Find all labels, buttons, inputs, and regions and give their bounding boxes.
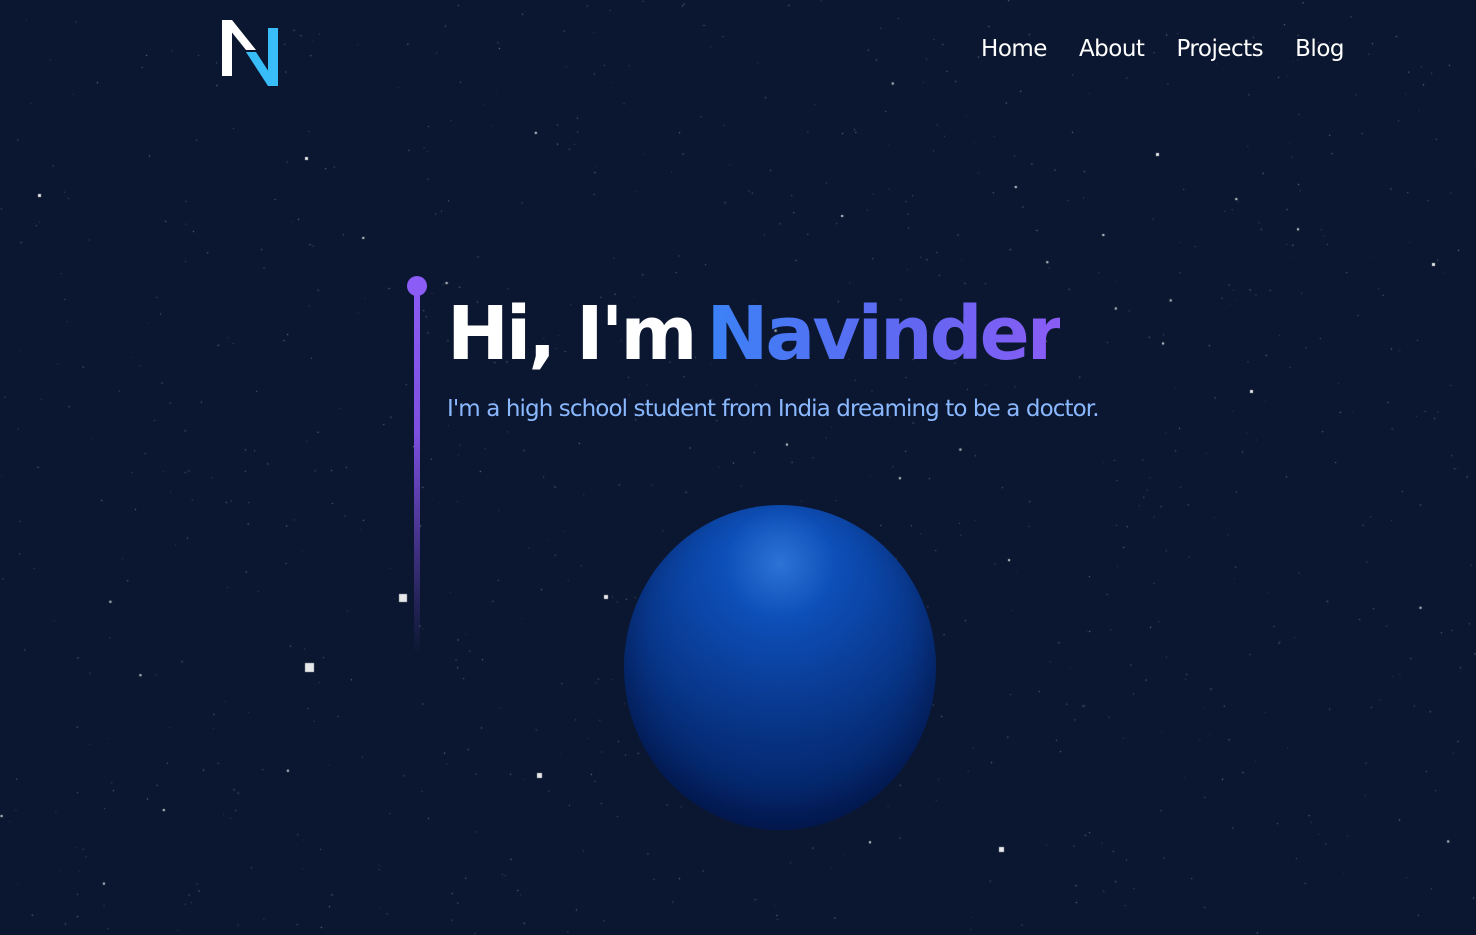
hero-name: Navinder [706, 291, 1063, 377]
n-logo-icon[interactable] [222, 20, 278, 86]
nav-home-link[interactable]: Home [981, 36, 1047, 62]
planet-sphere [624, 505, 936, 830]
hero-greeting: Hi, I'm [447, 291, 697, 377]
main-nav: Home About Projects Blog [981, 36, 1344, 62]
nav-blog-link[interactable]: Blog [1295, 36, 1344, 62]
hero-tagline: I'm a high school student from India dre… [447, 396, 1100, 422]
nav-about-link[interactable]: About [1079, 36, 1145, 62]
timeline-dot [407, 276, 427, 296]
nav-projects-link[interactable]: Projects [1176, 36, 1263, 62]
hero-headline: Hi, I'm Navinder [447, 290, 1063, 379]
timeline-line [414, 286, 420, 656]
